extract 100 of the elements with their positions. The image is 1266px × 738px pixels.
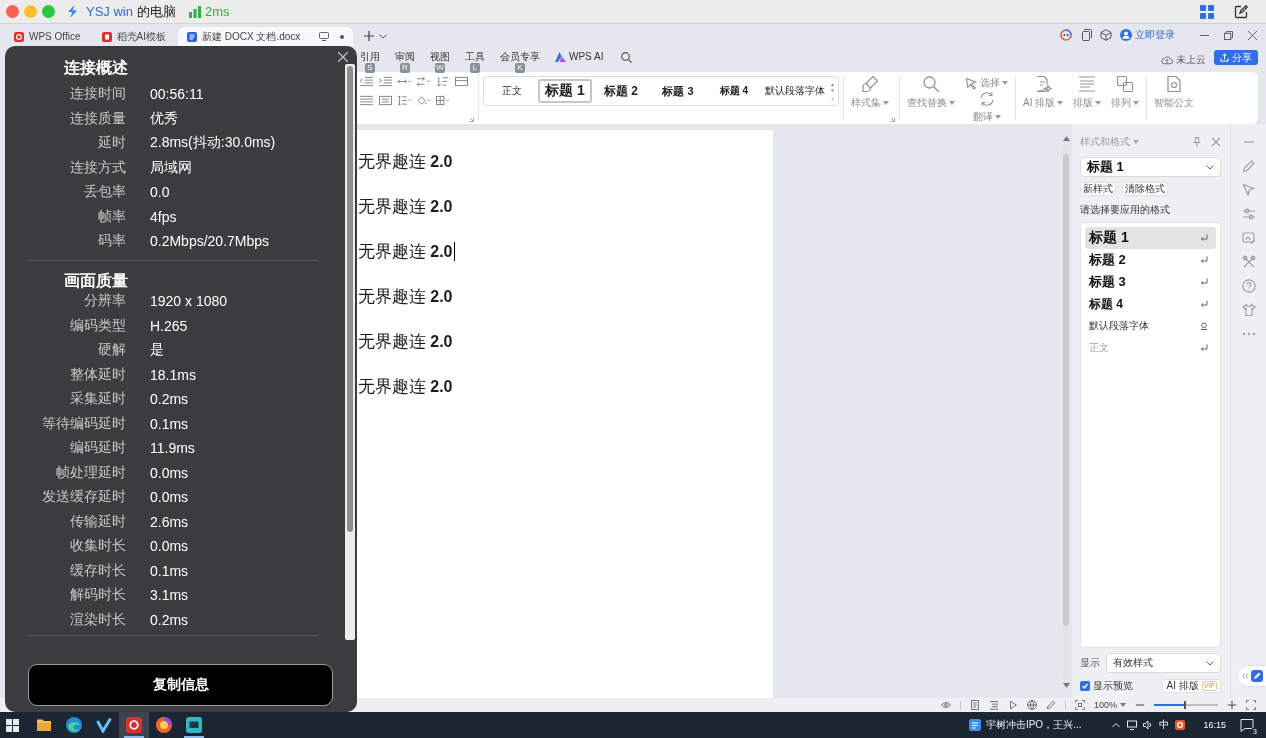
start-icon[interactable]: [6, 718, 19, 732]
ime-logo-icon[interactable]: [1175, 720, 1186, 730]
border-icon[interactable]: [435, 95, 450, 106]
style-list-item[interactable]: 默认段落字体: [1085, 315, 1216, 337]
style-list-item[interactable]: 标题 1: [1085, 227, 1216, 249]
shirt-icon[interactable]: [1241, 303, 1256, 317]
dialog-launcher-icon[interactable]: [890, 117, 895, 122]
document-tab[interactable]: 稻壳AI模板: [92, 27, 175, 46]
ribbon-tool-button[interactable]: 查找替换: [904, 72, 958, 110]
style-list-item[interactable]: 标题 2: [1085, 249, 1216, 271]
style-option[interactable]: 标题 2: [594, 79, 648, 103]
chevron-down-icon[interactable]: [379, 34, 388, 39]
close-icon[interactable]: [1248, 30, 1257, 40]
ribbon-tool-button[interactable]: 样式集: [848, 72, 892, 110]
zoom-slider-fill[interactable]: [1154, 701, 1186, 709]
menu-tab[interactable]: 会员专享: [497, 50, 543, 64]
outdent-icon[interactable]: [359, 76, 374, 87]
style-option[interactable]: 标题 1: [538, 79, 592, 103]
sort-icon[interactable]: [435, 76, 450, 87]
globe-icon[interactable]: [1026, 700, 1037, 710]
ribbon-tool-button[interactable]: AI 排版: [1020, 72, 1067, 110]
eye-icon[interactable]: [940, 700, 951, 710]
ribbon-tool-button[interactable]: 智能公文: [1151, 72, 1198, 110]
zoom-window-icon[interactable]: [42, 5, 55, 18]
preview-checkbox[interactable]: [1080, 681, 1090, 691]
zoom-in-icon[interactable]: [1227, 700, 1237, 710]
style-list-item[interactable]: 标题 3: [1085, 271, 1216, 293]
copy-icon[interactable]: [1080, 29, 1092, 41]
justify-icon[interactable]: [359, 95, 374, 106]
indent-icon[interactable]: [378, 76, 393, 87]
speaker-icon[interactable]: [1143, 720, 1154, 730]
style-option[interactable]: 标题 4: [708, 79, 760, 103]
style-option[interactable]: 默认段落字体: [762, 79, 828, 103]
sliders-icon[interactable]: [1241, 207, 1256, 221]
plus-icon[interactable]: [364, 31, 375, 41]
menu-tab[interactable]: 工具: [462, 50, 488, 64]
pen-icon[interactable]: [1241, 159, 1256, 173]
notification-icon[interactable]: [1240, 718, 1254, 732]
cube-icon[interactable]: [1100, 29, 1112, 41]
scrollbar-track[interactable]: [345, 64, 355, 640]
scroll-down-icon[interactable]: [1062, 683, 1070, 688]
scrollbar-thumb[interactable]: [347, 66, 353, 532]
style-dropdown[interactable]: 标题 1: [1080, 157, 1221, 177]
table-border-icon[interactable]: [454, 76, 469, 87]
dot-icon[interactable]: [340, 34, 345, 39]
text-direction-icon[interactable]: [416, 76, 431, 87]
ai-assistant-button[interactable]: [1238, 666, 1266, 686]
pin-icon[interactable]: [1192, 137, 1202, 147]
style-action-button[interactable]: 清除格式: [1122, 182, 1168, 196]
ribbon-tool-button[interactable]: 排版: [1070, 72, 1105, 110]
restore-icon[interactable]: [1224, 30, 1233, 40]
close-window-icon[interactable]: [6, 5, 19, 18]
news-headline[interactable]: 宇树冲击IPO，王兴...: [985, 718, 1082, 732]
zoom-level-button[interactable]: 100%: [1093, 700, 1126, 710]
pointer-icon[interactable]: [1241, 183, 1256, 197]
close-icon[interactable]: [338, 52, 348, 62]
input-method-indicator[interactable]: 中: [1159, 718, 1170, 732]
style-list-item[interactable]: 标题 4: [1085, 293, 1216, 315]
char-spacing-icon[interactable]: [397, 76, 412, 87]
menu-tab[interactable]: 引用: [357, 50, 383, 64]
outline-view-icon[interactable]: [988, 700, 999, 710]
menu-tab[interactable]: 视图: [427, 50, 453, 64]
monitor-icon[interactable]: [319, 32, 330, 41]
login-button[interactable]: 立即登录: [1120, 28, 1175, 42]
chevron-up-icon[interactable]: [1111, 720, 1122, 730]
cloud-status-button[interactable]: 未上云: [1161, 53, 1206, 67]
document-tab[interactable]: WPS Office: [5, 27, 90, 46]
page-view-icon[interactable]: [969, 700, 980, 710]
fit-page-icon[interactable]: [1074, 700, 1085, 710]
play-icon[interactable]: [1007, 700, 1018, 710]
menu-tab[interactable]: 审阅: [392, 50, 418, 64]
app-grid-icon[interactable]: [1200, 4, 1214, 19]
document-tab[interactable]: 新建 DOCX 文档.docx: [177, 27, 354, 46]
copy-info-button[interactable]: 复制信息: [28, 664, 333, 706]
round-face-icon[interactable]: [1060, 29, 1072, 41]
note-edit-icon[interactable]: [1234, 4, 1248, 19]
filter-dropdown[interactable]: 有效样式: [1106, 653, 1221, 673]
taskbar-app-button[interactable]: [119, 712, 149, 738]
frame-icon[interactable]: [1241, 231, 1256, 245]
style-action-button[interactable]: 新样式: [1080, 182, 1116, 196]
tools-icon[interactable]: [1241, 255, 1256, 269]
style-option[interactable]: 正文: [488, 79, 536, 103]
ribbon-tool-button[interactable]: 选择: [962, 72, 1011, 90]
line-spacing-icon[interactable]: [397, 95, 412, 106]
clock-time[interactable]: 16:15: [1203, 720, 1226, 730]
search-icon[interactable]: [621, 52, 633, 63]
distribute-icon[interactable]: [378, 95, 393, 106]
menu-tab[interactable]: WPS AI: [552, 50, 607, 64]
ribbon-tool-button[interactable]: 排列: [1108, 72, 1143, 110]
news-icon[interactable]: [968, 719, 981, 731]
help-icon[interactable]: [1241, 279, 1256, 293]
style-option[interactable]: 标题 3: [650, 79, 706, 103]
shading-icon[interactable]: [416, 95, 431, 106]
pen-icon[interactable]: [1045, 700, 1056, 710]
share-button[interactable]: 分享: [1214, 50, 1258, 65]
caret-icon[interactable]: [1133, 140, 1139, 144]
fullscreen-icon[interactable]: [1246, 700, 1256, 710]
monitor-icon[interactable]: [1127, 720, 1138, 730]
scroll-up-icon[interactable]: [1062, 136, 1070, 141]
ribbon-tool-button[interactable]: 翻译: [969, 90, 1004, 124]
